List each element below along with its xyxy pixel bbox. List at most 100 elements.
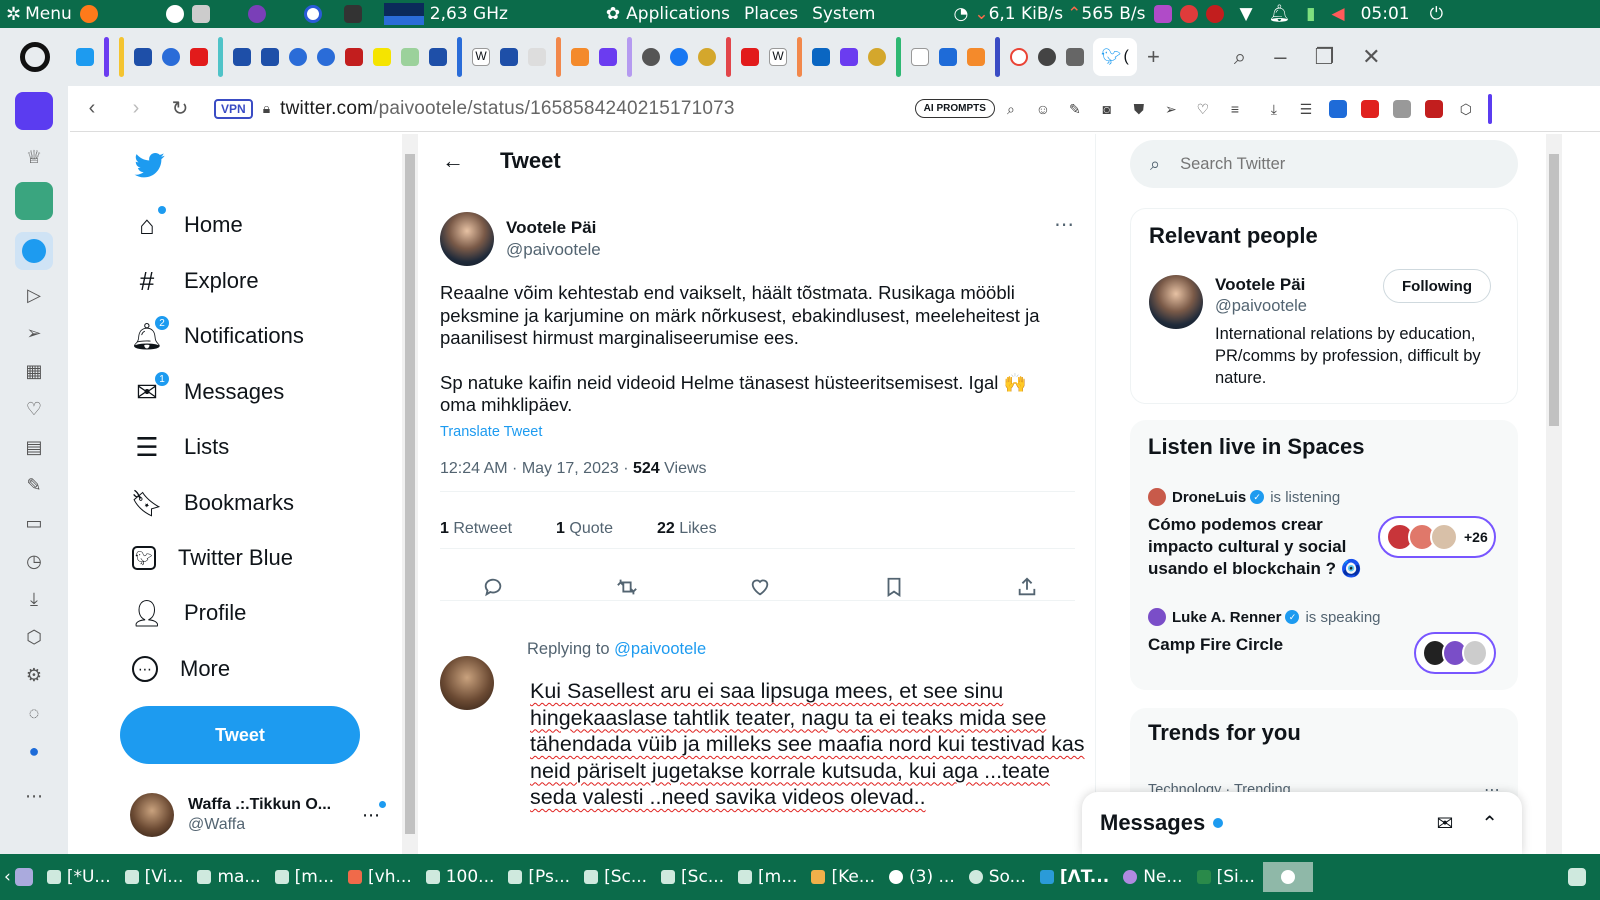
twitter-sidebar-icon[interactable]: [15, 232, 53, 270]
tab-icon[interactable]: [134, 48, 152, 66]
flickr-tab-icon[interactable]: [345, 48, 363, 66]
tabs-icon[interactable]: ▭: [22, 511, 46, 535]
show-desktop-icon[interactable]: [14, 868, 33, 886]
tab-icon[interactable]: [911, 48, 929, 66]
news-icon[interactable]: ▤: [22, 435, 46, 459]
back-arrow-icon[interactable]: ←: [442, 148, 464, 174]
heart-icon[interactable]: ♡: [22, 397, 46, 421]
lightbulb-icon[interactable]: ◌: [22, 701, 46, 725]
send-icon[interactable]: ➢: [22, 321, 46, 345]
youtube-tab-icon[interactable]: [190, 48, 208, 66]
history-icon[interactable]: ◷: [22, 549, 46, 573]
taskbar-item[interactable]: [Sc...: [655, 862, 730, 892]
tab-icon[interactable]: [500, 48, 518, 66]
quotes-stat[interactable]: 1 Quote: [556, 520, 635, 538]
send-page-icon[interactable]: ➢: [1162, 100, 1180, 118]
search-box[interactable]: ⌕: [1130, 140, 1518, 188]
tab-icon[interactable]: [317, 48, 335, 66]
taskbar-item[interactable]: [Vi...: [119, 862, 190, 892]
tab-icon[interactable]: [642, 48, 660, 66]
settings-icon[interactable]: ⚙: [22, 663, 46, 687]
camera-icon[interactable]: ◙: [1098, 100, 1116, 118]
right-scrollbar[interactable]: [1546, 134, 1562, 854]
relevant-person[interactable]: Vootele Päi @paivootele International re…: [1149, 269, 1509, 387]
menu-places[interactable]: Places: [744, 4, 798, 24]
reply-icon[interactable]: [480, 574, 506, 600]
taskbar-item[interactable]: Ne...: [1117, 862, 1188, 892]
like-icon[interactable]: [747, 574, 773, 600]
wikipedia-tab-icon[interactable]: W: [769, 48, 787, 66]
trash-icon[interactable]: [1568, 868, 1586, 886]
scrollbar-thumb[interactable]: [405, 154, 415, 834]
forward-button[interactable]: ›: [114, 97, 158, 120]
tab-icon[interactable]: [1038, 48, 1056, 66]
back-button[interactable]: ‹: [70, 97, 114, 120]
tab-icon[interactable]: [261, 48, 279, 66]
taskbar-item[interactable]: [ΛT...: [1034, 862, 1115, 892]
taskbar-item[interactable]: [vh...: [342, 862, 418, 892]
tab-icon[interactable]: [289, 48, 307, 66]
menu-system[interactable]: System: [812, 4, 875, 24]
space-item[interactable]: DroneLuis ✓ is listening Cómo podemos cr…: [1148, 488, 1362, 580]
nav-lists[interactable]: ☰ Lists: [132, 422, 229, 472]
tab-icon[interactable]: [233, 48, 251, 66]
new-tab-button[interactable]: +: [1147, 44, 1160, 70]
translate-tweet-link[interactable]: Translate Tweet: [440, 424, 542, 440]
tweet-timestamp[interactable]: 12:24 AM · May 17, 2023 ·: [440, 460, 633, 477]
taskbar-item-active[interactable]: [1262, 862, 1313, 892]
tab-icon[interactable]: [939, 48, 957, 66]
taskbar-item[interactable]: ma...: [191, 862, 266, 892]
facebook-tab-icon[interactable]: [670, 48, 688, 66]
battery-icon[interactable]: ▮: [1306, 4, 1315, 24]
taskbar-item[interactable]: [Ps...: [502, 862, 576, 892]
shield-icon[interactable]: ⛊: [1130, 100, 1148, 118]
edit-icon[interactable]: ✎: [22, 473, 46, 497]
nav-profile[interactable]: 👤︎ Profile: [131, 588, 247, 638]
account-switcher[interactable]: Waffa .:.Tikkun O... @Waffa ⋯: [130, 790, 386, 840]
extension-puzzle-icon[interactable]: [1392, 99, 1411, 118]
likes-stat[interactable]: 22 Likes: [657, 520, 739, 538]
opera-launcher-icon[interactable]: [303, 5, 322, 23]
minimize-button[interactable]: –: [1274, 44, 1286, 70]
tray-app-icon[interactable]: [1153, 5, 1172, 23]
ai-prompts-button[interactable]: AI PROMPTS: [914, 99, 995, 118]
tray-bell-icon[interactable]: 🔔︎: [1269, 4, 1291, 24]
nav-twitter-blue[interactable]: 🐦︎ Twitter Blue: [132, 533, 293, 583]
nav-home[interactable]: ⌂ Home: [132, 200, 243, 250]
twitter-logo-icon[interactable]: [132, 150, 168, 180]
taskbar-item[interactable]: [*U...: [41, 862, 117, 892]
taskbar-item[interactable]: [Ke...: [805, 862, 881, 892]
reload-button[interactable]: ↻: [158, 96, 202, 121]
tray-network-icon[interactable]: ▼: [1240, 4, 1253, 24]
menu-button[interactable]: ✲ Menu: [6, 4, 72, 25]
active-tab-twitter[interactable]: 🐦︎ (: [1093, 38, 1137, 76]
apps-icon[interactable]: ▦: [22, 359, 46, 383]
replying-to-handle-link[interactable]: @paivootele: [614, 640, 706, 658]
extension-icon[interactable]: [1424, 99, 1443, 118]
podcast-launcher-icon[interactable]: [247, 5, 266, 23]
sidebar-handle[interactable]: [1487, 93, 1492, 124]
new-message-icon[interactable]: ✉: [1436, 811, 1453, 836]
tab-icon[interactable]: [162, 48, 180, 66]
person-handle[interactable]: @paivootele: [1215, 297, 1307, 316]
share-icon[interactable]: [1014, 574, 1040, 600]
messages-drawer[interactable]: Messages ✉ ⌃: [1082, 792, 1522, 854]
tweet-author[interactable]: Vootele Päi @paivootele: [440, 212, 601, 266]
author-avatar[interactable]: [440, 212, 494, 266]
settings-launcher-icon[interactable]: [191, 5, 210, 23]
following-button[interactable]: Following: [1383, 269, 1491, 303]
nav-explore[interactable]: # Explore: [132, 256, 259, 306]
taskbar-item[interactable]: [Sc...: [578, 862, 653, 892]
power-icon[interactable]: ⏻: [1430, 4, 1443, 24]
tab-icon[interactable]: [599, 48, 617, 66]
player-icon[interactable]: ▷: [22, 283, 46, 307]
tab-icon[interactable]: [429, 48, 447, 66]
tab-search-icon[interactable]: ⌕: [1234, 44, 1246, 70]
space-speakers-pill[interactable]: [1414, 632, 1496, 674]
nav-messages[interactable]: ✉ 1 Messages: [132, 367, 284, 417]
vpn-badge[interactable]: VPN: [214, 98, 253, 119]
more-icon[interactable]: ⋯: [22, 784, 46, 808]
nav-notifications[interactable]: 🔔︎ 2 Notifications: [131, 311, 304, 361]
tab-icon[interactable]: [76, 48, 94, 66]
metamask-tab-icon[interactable]: [571, 48, 589, 66]
